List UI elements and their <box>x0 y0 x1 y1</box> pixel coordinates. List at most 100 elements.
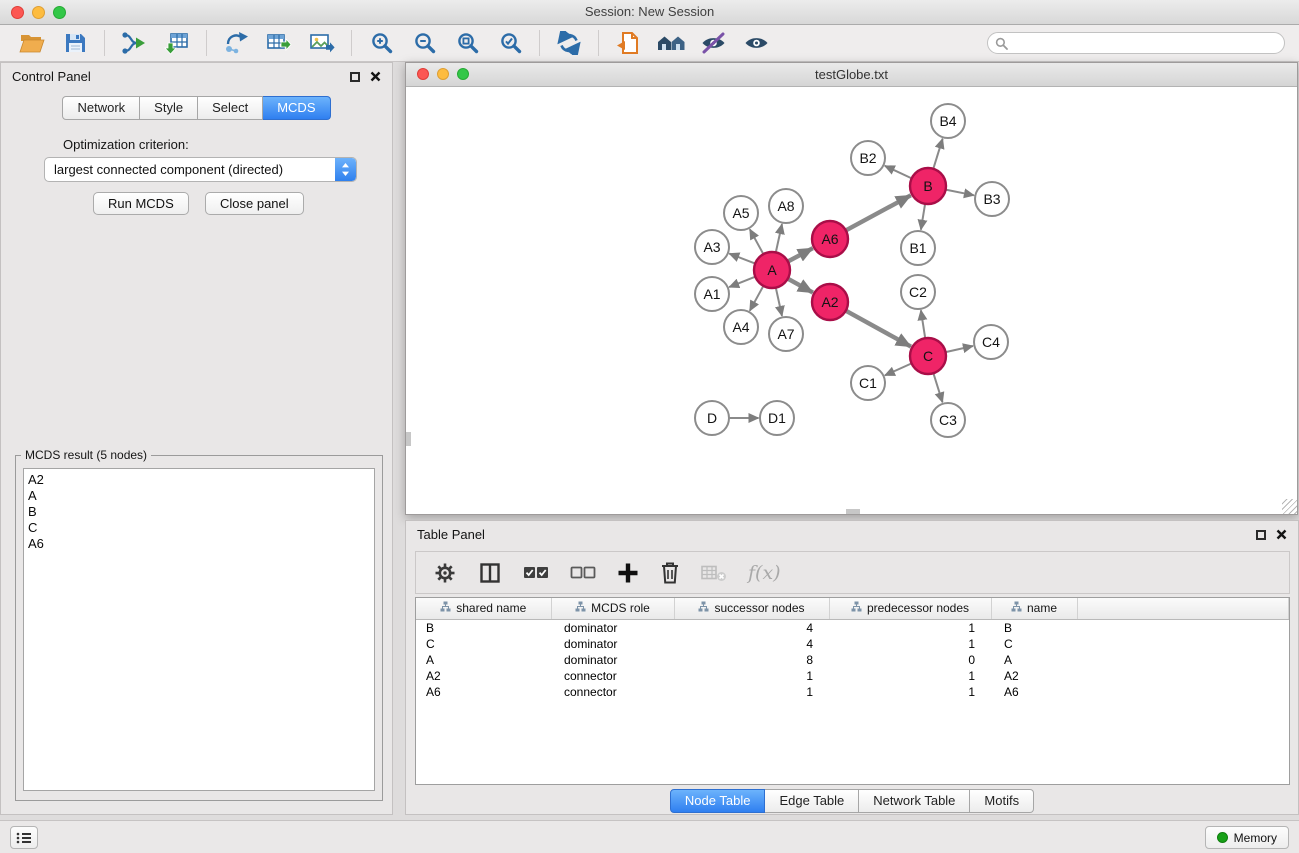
tab-motifs[interactable]: Motifs <box>970 789 1034 813</box>
eye-icon <box>744 32 770 54</box>
first-neighbors-button[interactable] <box>610 28 646 59</box>
canvas-scroll-nub-vertical[interactable] <box>406 432 411 446</box>
open-session-button[interactable] <box>14 28 50 59</box>
column-header-successor-nodes[interactable]: successor nodes <box>674 598 829 619</box>
search-input[interactable] <box>1013 36 1277 50</box>
zoom-window-button[interactable] <box>53 6 66 19</box>
zoom-in-button[interactable] <box>363 28 399 59</box>
graph-edge-A-A6[interactable] <box>788 248 813 261</box>
mcds-result-item[interactable]: A2 <box>28 472 370 488</box>
export-table-button[interactable] <box>261 28 297 59</box>
graph-edge-A-A7[interactable] <box>776 288 782 316</box>
memory-button[interactable]: Memory <box>1205 826 1289 849</box>
overview-button[interactable] <box>653 28 689 59</box>
table-panel-tabs: Node TableEdge TableNetwork TableMotifs <box>406 789 1298 813</box>
network-minimize-button[interactable] <box>437 68 449 80</box>
deselect-all-button[interactable] <box>570 564 596 582</box>
close-window-button[interactable] <box>11 6 24 19</box>
graph-edge-C-C1[interactable] <box>885 363 912 375</box>
table-row[interactable]: A2connector11A2 <box>416 668 1289 684</box>
network-zoom-button[interactable] <box>457 68 469 80</box>
zoom-selected-button[interactable] <box>492 28 528 59</box>
graph-node-label-B1: B1 <box>909 240 926 256</box>
table-row[interactable]: A6connector11A6 <box>416 684 1289 700</box>
tab-edge-table[interactable]: Edge Table <box>765 789 859 813</box>
task-history-button[interactable] <box>10 826 38 849</box>
table-settings-button[interactable] <box>433 561 457 585</box>
first-neighbors-icon <box>616 31 640 55</box>
save-session-button[interactable] <box>57 28 93 59</box>
close-panel-icon[interactable] <box>370 71 381 82</box>
zoom-out-button[interactable] <box>406 28 442 59</box>
optimization-criterion-select[interactable]: largest connected component (directed) <box>44 157 357 182</box>
refresh-view-button[interactable] <box>551 28 587 59</box>
float-table-panel-button[interactable] <box>1256 530 1266 540</box>
graph-edge-A2-C[interactable] <box>846 311 911 347</box>
column-header-mcds-role[interactable]: MCDS role <box>551 598 674 619</box>
graph-edge-B-B1[interactable] <box>921 204 925 230</box>
toolbar-separator <box>539 30 540 56</box>
close-table-panel-icon[interactable] <box>1276 529 1287 540</box>
tab-network[interactable]: Network <box>62 96 140 120</box>
graph-node-label-D: D <box>707 410 717 426</box>
control-panel-tabs: NetworkStyleSelectMCDS <box>1 96 392 120</box>
table-row[interactable]: Bdominator41B <box>416 619 1289 636</box>
graph-edge-A-A4[interactable] <box>750 286 764 311</box>
tab-style[interactable]: Style <box>140 96 198 120</box>
run-mcds-button[interactable]: Run MCDS <box>93 192 189 215</box>
graph-edge-A-A2[interactable] <box>788 279 813 293</box>
graph-node-label-D1: D1 <box>768 410 786 426</box>
float-panel-button[interactable] <box>350 72 360 82</box>
search-field[interactable] <box>987 32 1285 54</box>
gear-icon <box>433 561 457 585</box>
table-row[interactable]: Adominator80A <box>416 652 1289 668</box>
network-graph[interactable]: B4B2BB3A8A5A6A3B1AC2A1A2A4A7C4CC1DD1C3 <box>406 87 1297 514</box>
tab-network-table[interactable]: Network Table <box>859 789 970 813</box>
column-header-predecessor-nodes[interactable]: predecessor nodes <box>829 598 991 619</box>
export-network-button[interactable] <box>218 28 254 59</box>
graph-edge-C-C3[interactable] <box>933 373 942 402</box>
graph-edge-B-B2[interactable] <box>885 166 912 179</box>
import-table-button[interactable] <box>159 28 195 59</box>
show-columns-button[interactable] <box>478 561 502 585</box>
column-header-name[interactable]: name <box>991 598 1077 619</box>
table-row[interactable]: Cdominator41C <box>416 636 1289 652</box>
delete-button[interactable] <box>660 561 680 585</box>
zoom-fit-button[interactable] <box>449 28 485 59</box>
hide-details-button[interactable] <box>696 28 732 59</box>
close-panel-button[interactable]: Close panel <box>205 192 304 215</box>
tab-node-table[interactable]: Node Table <box>670 789 766 813</box>
graph-edge-B-B4[interactable] <box>933 139 942 169</box>
tab-select[interactable]: Select <box>198 96 263 120</box>
minimize-window-button[interactable] <box>32 6 45 19</box>
graph-edge-B-B3[interactable] <box>946 190 974 196</box>
graph-edge-A6-B[interactable] <box>846 195 911 230</box>
mcds-result-list[interactable]: A2ABCA6 <box>23 468 375 791</box>
mcds-result-item[interactable]: C <box>28 520 370 536</box>
graph-edge-A-A8[interactable] <box>776 224 782 252</box>
graph-edge-C-C4[interactable] <box>946 346 973 352</box>
graph-edge-A-A5[interactable] <box>750 229 764 254</box>
mcds-result-item[interactable]: A <box>28 488 370 504</box>
network-close-button[interactable] <box>417 68 429 80</box>
import-network-icon <box>121 31 147 55</box>
tab-mcds[interactable]: MCDS <box>263 96 330 120</box>
mcds-result-item[interactable]: A6 <box>28 536 370 552</box>
delete-table-icon-disabled <box>701 563 727 583</box>
import-network-button[interactable] <box>116 28 152 59</box>
select-all-button[interactable] <box>523 564 549 582</box>
window-resize-grip[interactable] <box>1282 499 1297 514</box>
control-panel-title: Control Panel <box>12 69 91 84</box>
canvas-scroll-nub-horizontal[interactable] <box>846 509 860 514</box>
add-column-button[interactable] <box>617 562 639 584</box>
mcds-result-item[interactable]: B <box>28 504 370 520</box>
graph-edge-C-C2[interactable] <box>921 310 925 338</box>
node-table-wrap: shared nameMCDS rolesuccessor nodesprede… <box>415 597 1290 785</box>
export-image-button[interactable] <box>304 28 340 59</box>
graph-edge-A-A1[interactable] <box>729 277 755 287</box>
graph-edge-A-A3[interactable] <box>729 254 755 264</box>
column-header-shared-name[interactable]: shared name <box>416 598 551 619</box>
network-canvas[interactable]: B4B2BB3A8A5A6A3B1AC2A1A2A4A7C4CC1DD1C3 <box>406 87 1297 514</box>
show-details-button[interactable] <box>739 28 775 59</box>
select-all-icon <box>523 564 549 582</box>
